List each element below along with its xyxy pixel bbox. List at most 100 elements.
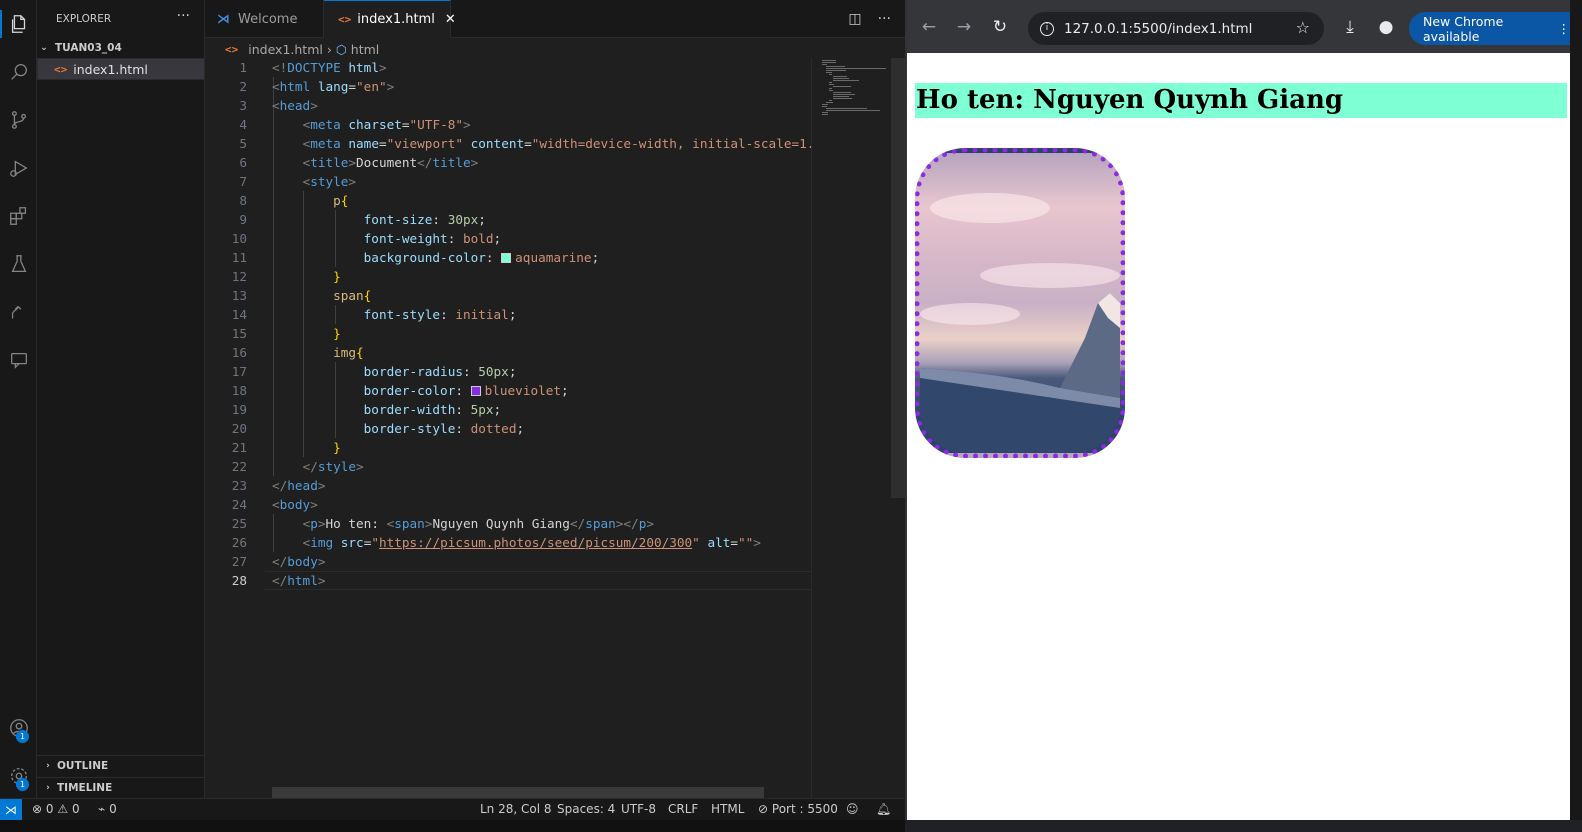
copilot-icon[interactable]: ☺ <box>846 802 859 816</box>
encoding[interactable]: UTF-8 <box>621 802 656 816</box>
code-line[interactable]: 18 border-color: blueviolet; <box>205 381 811 400</box>
line-number: 23 <box>231 478 247 493</box>
minimap-line <box>825 72 832 73</box>
code-line[interactable]: 5 <meta name="viewport" content="width=d… <box>205 134 811 153</box>
warning-icon: ⚠ <box>57 802 69 816</box>
search-icon[interactable] <box>0 54 37 90</box>
address-bar[interactable]: i 127.0.0.1:5500/index1.html ☆ <box>1028 12 1324 45</box>
profile-icon[interactable]: ● <box>1376 17 1396 37</box>
line-number: 15 <box>231 326 247 341</box>
code-line[interactable]: 20 border-style: dotted; <box>205 419 811 438</box>
code-line[interactable]: 10 font-weight: bold; <box>205 229 811 248</box>
code-line[interactable]: 17 border-radius: 50px; <box>205 362 811 381</box>
explorer-more-icon[interactable]: ··· <box>177 8 190 24</box>
split-editor-icon[interactable]: ◫ <box>848 11 861 27</box>
vertical-scrollbar[interactable] <box>891 58 905 798</box>
code-line[interactable]: 8 p{ <box>205 191 811 210</box>
site-info-icon[interactable]: i <box>1040 21 1054 36</box>
code-line[interactable]: 23 </head> <box>205 476 811 495</box>
browser-window: ← → ↻ i 127.0.0.1:5500/index1.html ☆ ⤓ ●… <box>905 0 1570 820</box>
code-text: } <box>333 269 341 284</box>
chat-icon[interactable] <box>0 342 37 378</box>
code-editor[interactable]: <> index1.html › ⬡ html 1 <!DOCTYPE html>… <box>205 38 905 798</box>
breadcrumb-node[interactable]: html <box>351 42 379 57</box>
horizontal-scrollbar[interactable] <box>272 787 764 798</box>
color-swatch[interactable] <box>470 386 481 396</box>
bookmark-star-icon[interactable]: ☆ <box>1296 18 1310 37</box>
code-line[interactable]: 28 </html> <box>205 571 811 590</box>
forward-arrow-icon[interactable]: → <box>954 17 974 37</box>
tab-index1[interactable]: <> index1.html ✕ <box>324 0 456 38</box>
code-line[interactable]: 7 <style> <box>205 172 811 191</box>
close-icon[interactable]: ✕ <box>445 12 456 27</box>
explorer-icon[interactable] <box>0 6 37 42</box>
scroll-thumb[interactable] <box>891 58 905 498</box>
chrome-update-button[interactable]: New Chrome available ⋮ <box>1409 12 1570 45</box>
problems-indicator[interactable]: ⊗ 0 ⚠ 0 <box>32 802 80 816</box>
download-icon[interactable]: ⤓ <box>1340 17 1360 37</box>
line-number: 22 <box>231 459 247 474</box>
line-number: 6 <box>239 155 247 170</box>
outline-section[interactable]: › OUTLINE <box>37 755 205 776</box>
extensions-icon[interactable] <box>0 198 37 234</box>
manage-gear-icon[interactable]: 1 <box>0 758 37 794</box>
back-arrow-icon[interactable]: ← <box>919 17 939 37</box>
cursor-position[interactable]: Ln 28, Col 8 <box>480 802 552 816</box>
file-label: index1.html <box>73 61 148 77</box>
code-text: } <box>333 326 341 341</box>
more-actions-icon[interactable]: ··· <box>878 11 891 27</box>
breadcrumb-file[interactable]: index1.html <box>248 42 323 57</box>
minimap-line <box>825 110 880 111</box>
code-line[interactable]: 27 </body> <box>205 552 811 571</box>
code-line[interactable]: 22 </style> <box>205 457 811 476</box>
file-item[interactable]: <> index1.html <box>37 58 205 80</box>
timeline-section[interactable]: › TIMELINE <box>37 777 205 798</box>
kebab-menu-icon[interactable]: ⋮ <box>1558 21 1571 36</box>
code-area[interactable]: 1 <!DOCTYPE html> 2 <html lang="en"> 3 <head>… <box>205 58 811 798</box>
code-line[interactable]: 9 font-size: 30px; <box>205 210 811 229</box>
line-number: 14 <box>231 307 247 322</box>
code-line[interactable]: 26 <img src="https://picsum.photos/seed/… <box>205 533 811 552</box>
live-server-port[interactable]: ⊘ Port : 5500 <box>758 802 838 816</box>
chevron-right-icon: › <box>326 41 332 57</box>
minimap[interactable] <box>811 58 891 798</box>
code-line[interactable]: 13 span{ <box>205 286 811 305</box>
url-text[interactable]: 127.0.0.1:5500/index1.html <box>1064 21 1252 37</box>
code-line[interactable]: 12 } <box>205 267 811 286</box>
port-label: Port : 5500 <box>771 802 838 816</box>
minimap-line <box>822 114 829 115</box>
accounts-icon[interactable]: 1 <box>0 710 37 746</box>
code-line[interactable]: 15 } <box>205 324 811 343</box>
reload-icon[interactable]: ↻ <box>990 17 1010 37</box>
code-line[interactable]: 11 background-color: aquamarine; <box>205 248 811 267</box>
code-line[interactable]: 4 <meta charset="UTF-8"> <box>205 115 811 134</box>
code-line[interactable]: 6 <title>Document</title> <box>205 153 811 172</box>
code-line[interactable]: 21 } <box>205 438 811 457</box>
minimap-line <box>822 112 829 113</box>
tab-welcome[interactable]: ⋊ Welcome <box>205 0 324 38</box>
code-text: border-width: 5px; <box>363 402 502 417</box>
remote-indicator-icon[interactable]: ⋊ <box>0 799 22 821</box>
color-swatch[interactable] <box>501 253 512 263</box>
code-line[interactable]: 14 font-style: initial; <box>205 305 811 324</box>
code-line[interactable]: 3 <head> <box>205 96 811 115</box>
code-line[interactable]: 25 <p>Ho ten: <span>Nguyen Quynh Giang</… <box>205 514 811 533</box>
code-line[interactable]: 1 <!DOCTYPE html> <box>205 58 811 77</box>
code-line[interactable]: 2 <html lang="en"> <box>205 77 811 96</box>
ports-indicator[interactable]: ⌁ 0 <box>98 802 117 816</box>
remote-explorer-icon[interactable] <box>0 294 37 330</box>
run-debug-icon[interactable] <box>0 150 37 186</box>
code-line[interactable]: 19 border-width: 5px; <box>205 400 811 419</box>
code-line[interactable]: 16 img{ <box>205 343 811 362</box>
end-of-line[interactable]: CRLF <box>668 802 698 816</box>
element-icon: ⬡ <box>335 41 347 57</box>
testing-icon[interactable] <box>0 246 37 282</box>
source-control-icon[interactable] <box>0 102 37 138</box>
indentation[interactable]: Spaces: 4 <box>557 802 615 816</box>
browser-toolbar: ← → ↻ i 127.0.0.1:5500/index1.html ☆ ⤓ ●… <box>907 0 1570 53</box>
notifications-bell-icon[interactable]: 🔔︎ <box>876 802 891 816</box>
language-mode[interactable]: HTML <box>711 802 744 816</box>
workspace-folder[interactable]: ⌄ TUAN03_04 <box>37 38 205 57</box>
line-number: 13 <box>231 288 247 303</box>
code-line[interactable]: 24 <body> <box>205 495 811 514</box>
